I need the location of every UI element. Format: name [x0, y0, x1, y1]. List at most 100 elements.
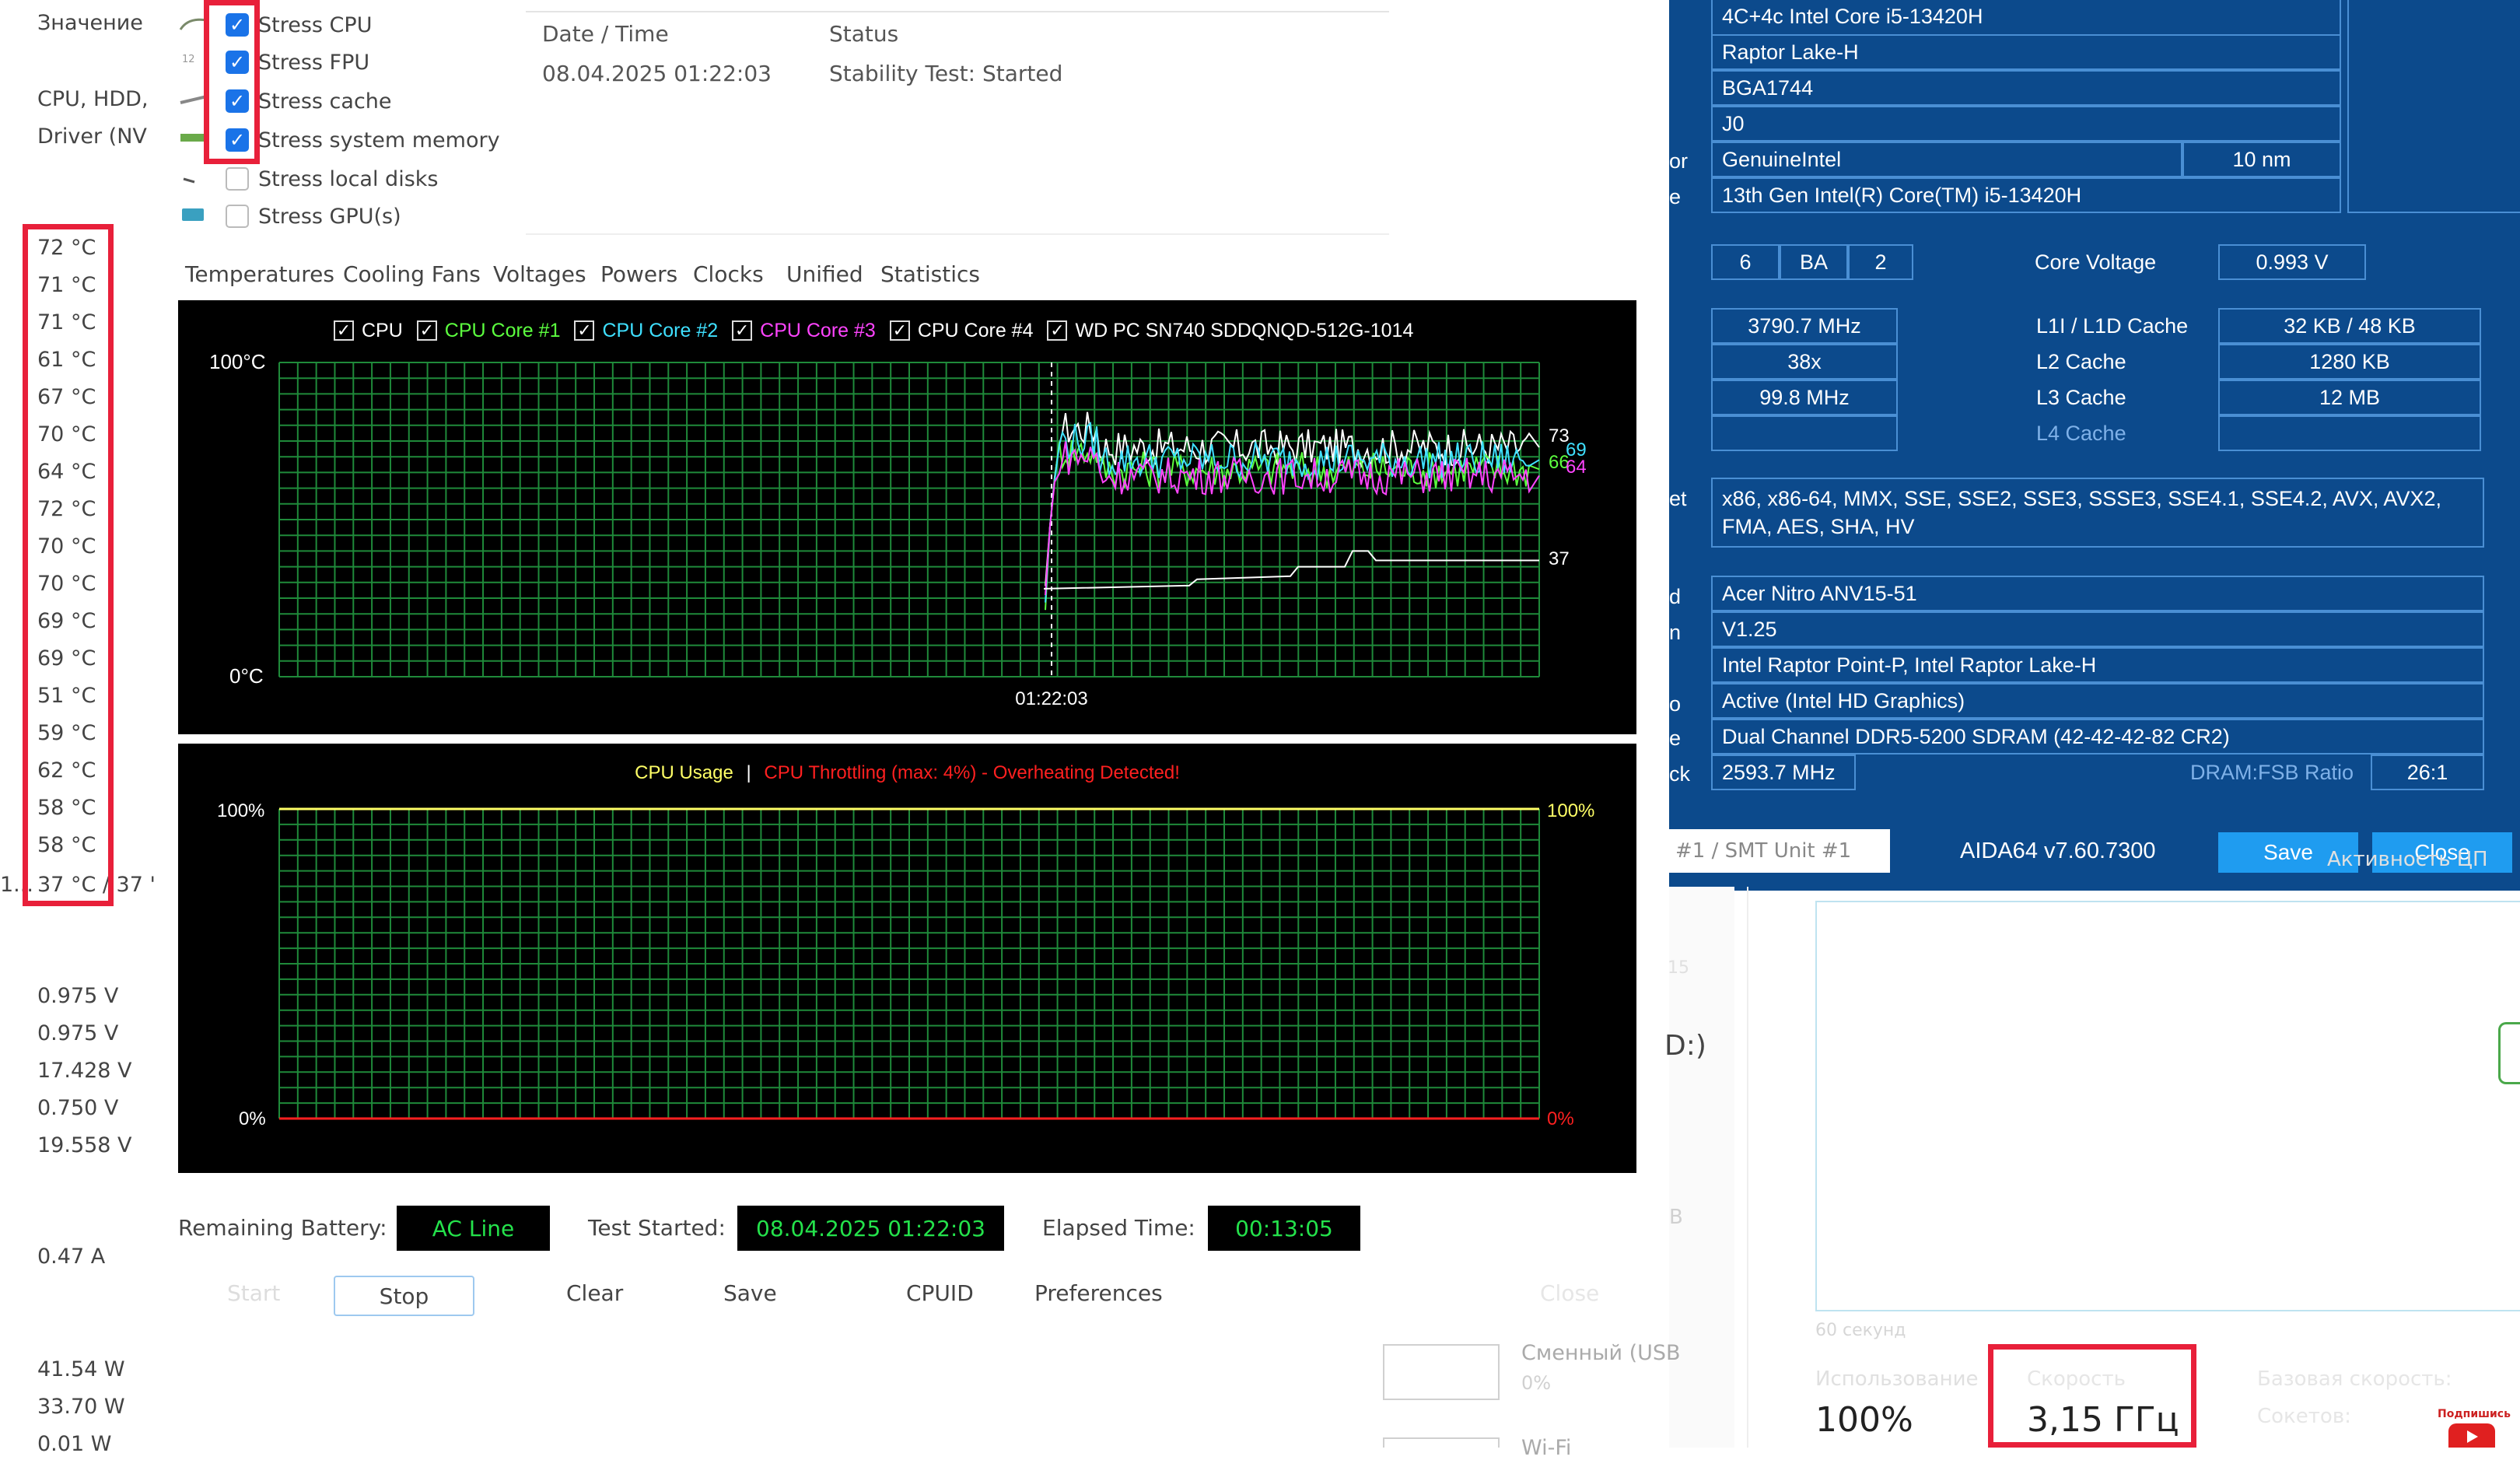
- l3-cache-label: L3 Cache: [2036, 386, 2126, 409]
- video-label: o: [1669, 692, 1682, 716]
- legend-checkbox-icon[interactable]: ✓: [732, 320, 753, 341]
- instruction-set-field: x86, x86-64, MMX, SSE, SSE2, SSE3, SSSE3…: [1711, 478, 2484, 548]
- legend-label: CPU Core #1: [444, 319, 561, 341]
- voltage-value: 0.750 V: [37, 1096, 119, 1120]
- usage-grid: [278, 808, 1540, 1119]
- usb-thumbnail[interactable]: [1383, 1344, 1500, 1400]
- usb-device-label[interactable]: Сменный (USB: [1521, 1341, 1681, 1365]
- checkbox-unchecked-icon[interactable]: [226, 205, 249, 228]
- l1-cache-field: 32 KB / 48 KB: [2218, 308, 2481, 344]
- status-value[interactable]: Stability Test: Started: [829, 61, 1062, 86]
- cpuid-button[interactable]: CPUID: [906, 1280, 974, 1306]
- chipset-field: Intel Raptor Point-P, Intel Raptor Lake-…: [1711, 647, 2484, 683]
- legend-label: WD PC SN740 SDDQNQD-512G-1014: [1075, 319, 1414, 341]
- tab-statistics[interactable]: Statistics: [880, 261, 980, 287]
- elapsed-time-value: 00:13:05: [1208, 1206, 1360, 1251]
- divider: [1747, 887, 1748, 1448]
- memory-field: Dual Channel DDR5-5200 SDRAM (42-42-42-8…: [1711, 719, 2484, 755]
- usb-usage: 0%: [1521, 1372, 1552, 1394]
- multiplier-field: 38x: [1711, 344, 1898, 380]
- test-started-label: Test Started:: [588, 1215, 726, 1241]
- youtube-play-icon[interactable]: [2448, 1423, 2495, 1448]
- stress-option-stress-system-memory[interactable]: ✓ Stress system memory: [226, 124, 500, 156]
- empty-field: [1711, 415, 1898, 451]
- usage-label: Использование: [1815, 1367, 1979, 1391]
- tab-voltages[interactable]: Voltages: [493, 261, 586, 287]
- remaining-battery-label: Remaining Battery:: [178, 1215, 387, 1241]
- highlight-box: [204, 0, 260, 164]
- divider: [526, 11, 1389, 12]
- side-panel-toggle-icon[interactable]: [2498, 1022, 2520, 1084]
- usage-value: 100%: [1815, 1400, 1913, 1440]
- stress-option-label: Stress system memory: [258, 128, 500, 152]
- dram-ratio-field: 26:1: [2371, 755, 2484, 790]
- l2-cache-field: 1280 KB: [2218, 344, 2481, 380]
- stop-button[interactable]: Stop: [334, 1276, 474, 1316]
- tab-temperatures[interactable]: Temperatures: [185, 261, 334, 287]
- tab-cooling-fans[interactable]: Cooling Fans: [343, 261, 481, 287]
- close-test-button[interactable]: Close: [1540, 1280, 1599, 1306]
- stress-option-stress-gpu-s[interactable]: Stress GPU(s): [226, 201, 401, 232]
- codename-field: Raptor Lake-H: [1711, 34, 2341, 70]
- voltage-value: 0.975 V: [37, 984, 119, 1008]
- bios-label: n: [1669, 621, 1682, 644]
- l3-cache-field: 12 MB: [2218, 380, 2481, 415]
- temperature-chart: 100°C0°C01:22:037369666437: [209, 350, 1587, 709]
- legend-item[interactable]: ✓ CPU Core #4: [889, 320, 1033, 342]
- device-line: CPU, HDD,: [37, 87, 149, 111]
- date-time-header: Date / Time: [542, 21, 669, 47]
- legend-checkbox-icon[interactable]: ✓: [574, 320, 595, 341]
- power-value: 41.54 W: [37, 1357, 125, 1381]
- base-speed-label: Базовая скорость:: [2257, 1367, 2452, 1391]
- preferences-button[interactable]: Preferences: [1034, 1280, 1163, 1306]
- wifi-thumbnail[interactable]: [1383, 1437, 1500, 1448]
- svg-text:12: 12: [182, 54, 195, 65]
- date-time-value[interactable]: 08.04.2025 01:22:03: [542, 61, 772, 86]
- status-header: Status: [829, 21, 899, 47]
- vendor-label: or: [1669, 149, 1689, 173]
- full-name-field: 13th Gen Intel(R) Core(TM) i5-13420H: [1711, 177, 2341, 213]
- stepping-field: J0: [1711, 106, 2341, 142]
- bus-field: 99.8 MHz: [1711, 380, 1898, 415]
- legend-checkbox-icon[interactable]: ✓: [1047, 320, 1068, 341]
- tab-powers[interactable]: Powers: [600, 261, 677, 287]
- tab-unified[interactable]: Unified: [786, 261, 863, 287]
- tab-clocks[interactable]: Clocks: [693, 261, 764, 287]
- y-axis-bottom-left-label: 0%: [239, 1108, 266, 1129]
- legend-checkbox-icon[interactable]: ✓: [889, 320, 910, 341]
- stress-option-stress-local-disks[interactable]: Stress local disks: [226, 163, 438, 194]
- instruction-set-label: et: [1669, 487, 1687, 510]
- legend-checkbox-icon[interactable]: ✓: [334, 320, 354, 341]
- checkbox-unchecked-icon[interactable]: [226, 167, 249, 191]
- legend-item[interactable]: ✓ CPU: [334, 320, 403, 342]
- clear-button[interactable]: Clear: [566, 1280, 623, 1306]
- x-axis-time-label: 01:22:03: [1015, 688, 1087, 709]
- cpu-usage-chart: 100% 0% 100% 0%: [217, 800, 1594, 1129]
- legend-item[interactable]: ✓ WD PC SN740 SDDQNQD-512G-1014: [1047, 320, 1413, 342]
- legend-item[interactable]: ✓ CPU Core #3: [732, 320, 876, 342]
- cpu-name-field: 4C+4c Intel Core i5-13420H: [1711, 0, 2341, 36]
- legend-item[interactable]: ✓ CPU Core #2: [574, 320, 718, 342]
- l1-cache-label: L1I / L1D Cache: [2036, 314, 2189, 338]
- power-value: 33.70 W: [37, 1395, 125, 1419]
- sockets-label: Сокетов:: [2257, 1405, 2351, 1428]
- core-selector-dropdown[interactable]: #1 / SMT Unit #1: [1669, 829, 1890, 873]
- y-axis-top-left-label: 100%: [217, 800, 264, 821]
- elapsed-time-label: Elapsed Time:: [1042, 1215, 1195, 1241]
- video-field: Active (Intel HD Graphics): [1711, 683, 2484, 719]
- name-label: e: [1669, 185, 1682, 208]
- legend-checkbox-icon[interactable]: ✓: [416, 320, 437, 341]
- temperature-grid: [278, 362, 1540, 677]
- legend-item[interactable]: ✓ CPU Core #1: [416, 319, 561, 342]
- wifi-label[interactable]: Wi-Fi: [1521, 1436, 1571, 1460]
- device-line: Driver (NV: [37, 124, 147, 149]
- series-end-value: 37: [1549, 548, 1570, 569]
- start-button[interactable]: Start: [227, 1280, 280, 1306]
- save-results-button[interactable]: Save: [723, 1280, 777, 1306]
- remaining-battery-value: AC Line: [397, 1206, 550, 1251]
- gpu-icon: [182, 208, 204, 221]
- core-voltage-field: 0.993 V: [2218, 244, 2366, 280]
- disk-label[interactable]: D:): [1664, 1030, 1706, 1062]
- legend-label: CPU: [362, 319, 403, 341]
- cpu-logo-area: [2347, 0, 2520, 213]
